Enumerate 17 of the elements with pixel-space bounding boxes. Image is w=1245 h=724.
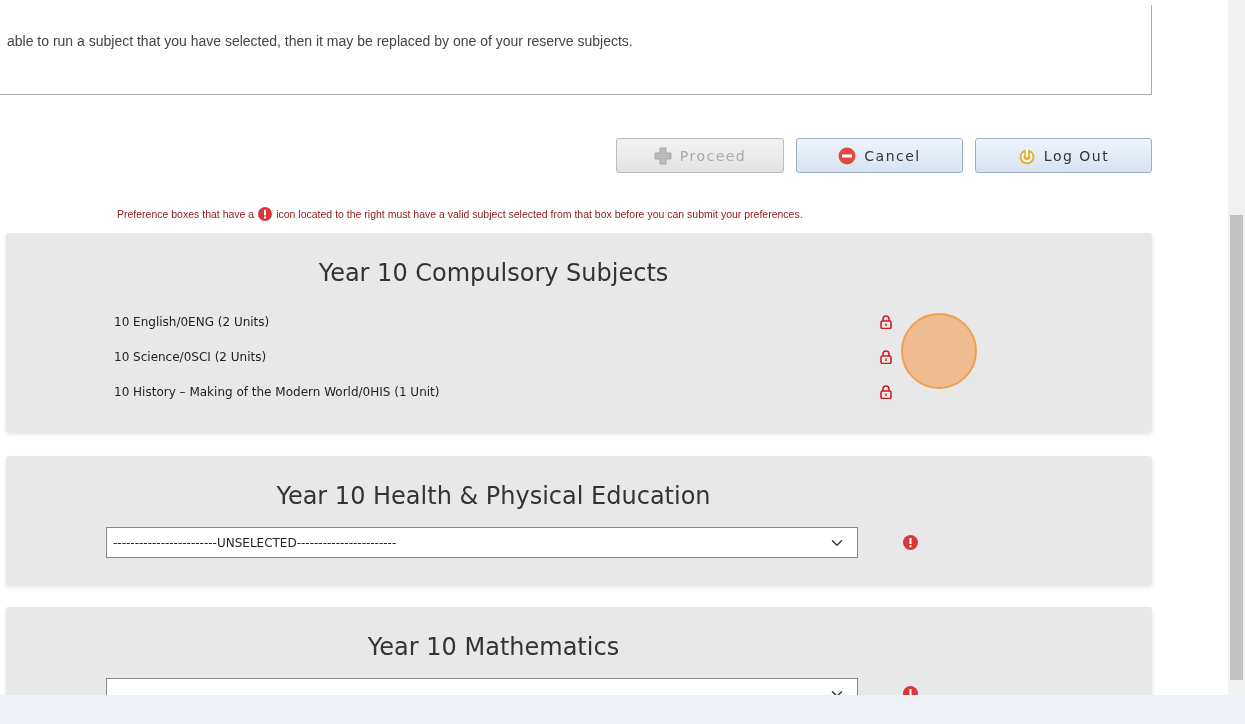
plus-icon: [653, 146, 672, 165]
subject-name: 10 English/0ENG (2 Units): [113, 314, 271, 329]
subject-dropdown[interactable]: ------------------------UNSELECTED-----------------------: [106, 527, 858, 558]
power-icon: [1017, 146, 1036, 165]
panel-title: Year 10 Mathematics: [366, 633, 621, 662]
subject-name: 10 History – Making of the Modern World/0HIS (1 Unit): [113, 384, 441, 399]
logout-button[interactable]: Log Out: [975, 138, 1152, 173]
subject-name: 10 Science/0SCI (2 Units): [113, 349, 268, 364]
cancel-button[interactable]: Cancel: [796, 138, 963, 173]
notice-text: Preference boxes that have a: [117, 208, 255, 220]
panel-title: Year 10 Health & Physical Education: [275, 482, 712, 511]
alert-icon: [258, 207, 273, 221]
minus-circle-icon: [838, 146, 857, 165]
instruction-text: able to run a subject that you have selected, then it may be replaced by one of your reserve subjects.: [0, 5, 1152, 95]
notice-text: icon located to the right must have a valid subject selected from that box before you can submit your preferences.: [276, 208, 803, 220]
panel-title: Year 10 Compulsory Subjects: [317, 259, 670, 288]
scrollbar[interactable]: [1228, 0, 1245, 695]
